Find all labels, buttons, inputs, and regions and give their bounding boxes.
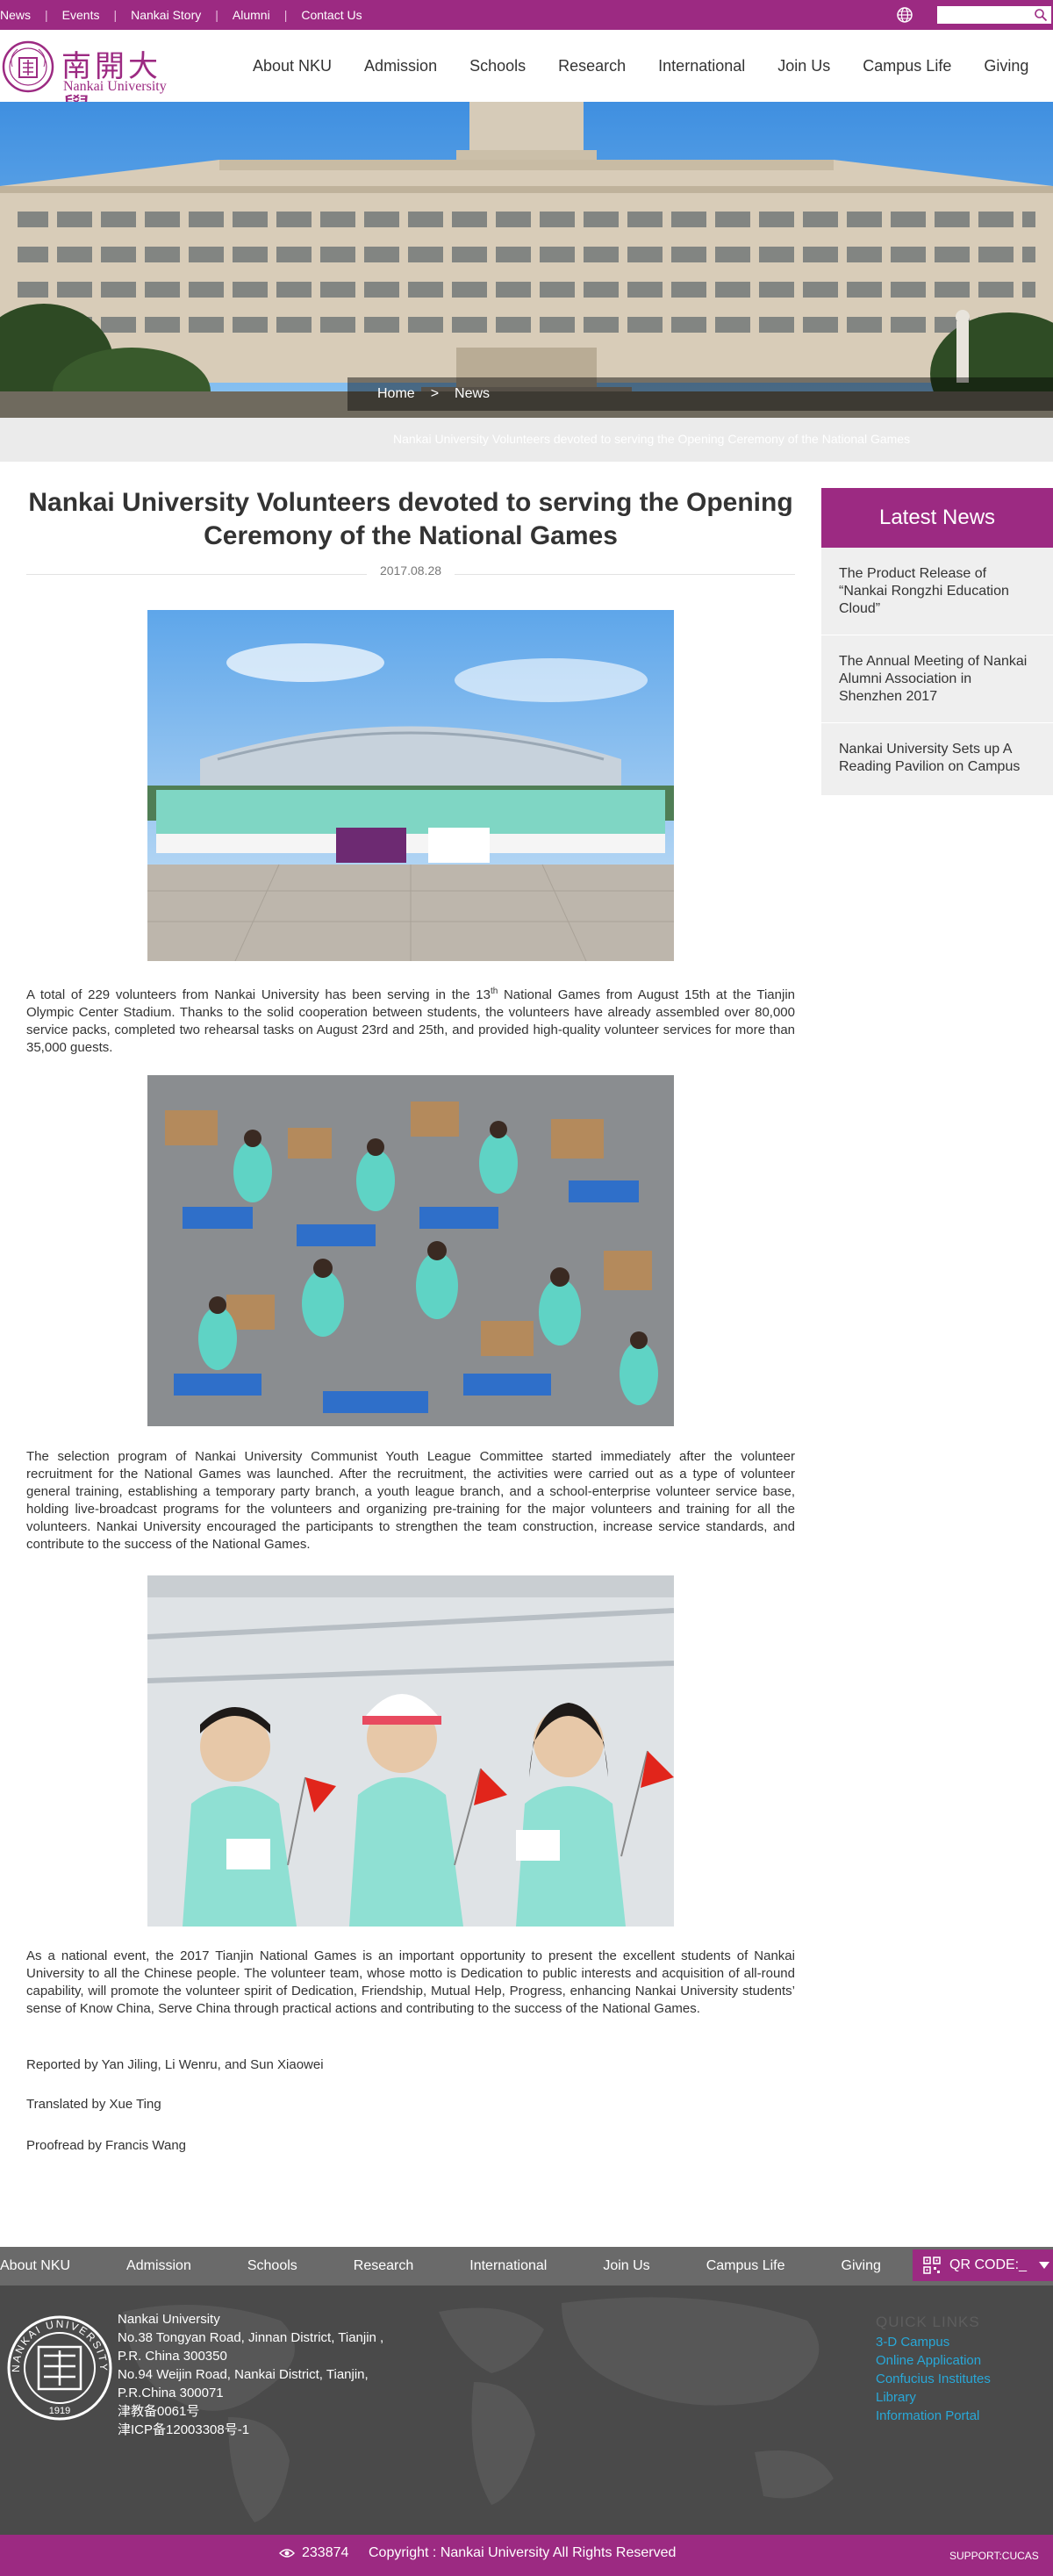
footer-nav: About NKU Admission Schools Research Int…: [0, 2247, 937, 2285]
article-title: Nankai University Volunteers devoted to …: [28, 488, 793, 550]
eye-icon: [279, 2549, 295, 2558]
hero-caption: Nankai University Volunteers devoted to …: [393, 432, 911, 446]
credit-reported: Reported by Yan Jiling, Li Wenru, and Su…: [26, 2057, 324, 2072]
paragraph-text: A total of 229 volunteers from Nankai Un…: [26, 987, 491, 1002]
footer-nav-admission[interactable]: Admission: [126, 2258, 191, 2274]
main-nav: About NKU Admission Schools Research Int…: [253, 30, 1053, 102]
top-link-nankai-story[interactable]: Nankai Story: [131, 8, 201, 22]
breadcrumb: Home > News: [377, 377, 490, 411]
credit-proofread: Proofread by Francis Wang: [26, 2138, 187, 2153]
quick-links: 3-D Campus Online Application Confucius …: [876, 2333, 991, 2425]
latest-news-list: The Product Release of “Nankai Rongzhi E…: [821, 548, 1053, 795]
breadcrumb-separator: >: [430, 386, 440, 401]
footer-nav-join-us[interactable]: Join Us: [603, 2258, 649, 2274]
article-paragraph-3: As a national event, the 2017 Tianjin Na…: [26, 1948, 795, 2016]
nav-campus-life[interactable]: Campus Life: [863, 57, 951, 75]
qr-code-label: QR CODE:_: [949, 2257, 1028, 2272]
top-link-contact-us[interactable]: Contact Us: [301, 8, 362, 22]
top-link-separator: |: [283, 8, 288, 22]
footer-nav-schools[interactable]: Schools: [247, 2258, 297, 2274]
top-link-news[interactable]: News: [0, 8, 31, 22]
quick-link-confucius-institutes[interactable]: Confucius Institutes: [876, 2370, 991, 2388]
latest-news-item[interactable]: Nankai University Sets up A Reading Pavi…: [821, 723, 1053, 795]
address-line[interactable]: 津ICP备12003308号-1: [118, 2421, 407, 2439]
nav-international[interactable]: International: [658, 57, 745, 75]
article-paragraph-1: A total of 229 volunteers from Nankai Un…: [26, 983, 795, 1057]
quick-link-library[interactable]: Library: [876, 2388, 991, 2407]
search-icon[interactable]: [1034, 8, 1048, 22]
top-link-separator: |: [113, 8, 118, 22]
top-link-alumni[interactable]: Alumni: [233, 8, 270, 22]
article-paragraph-2: The selection program of Nankai Universi…: [26, 1449, 795, 1552]
nav-about-nku[interactable]: About NKU: [253, 57, 332, 75]
top-links: News | Events | Nankai Story | Alumni | …: [0, 0, 362, 30]
top-link-events[interactable]: Events: [62, 8, 100, 22]
latest-news-item[interactable]: The Product Release of “Nankai Rongzhi E…: [821, 548, 1053, 635]
nav-research[interactable]: Research: [558, 57, 626, 75]
footer-nav-about-nku[interactable]: About NKU: [0, 2258, 70, 2274]
logo-english-name: Nankai University: [63, 79, 167, 94]
support-link[interactable]: SUPPORT:CUCAS: [949, 2550, 1039, 2562]
nankai-emblem-icon: [2, 40, 54, 93]
nav-giving[interactable]: Giving: [984, 57, 1028, 75]
site-header: 南開大學 Nankai University About NKU Admissi…: [0, 30, 1053, 127]
address-line: No.38 Tongyan Road, Jinnan District, Tia…: [118, 2330, 384, 2364]
top-link-separator: |: [45, 8, 48, 22]
quick-link-3d-campus[interactable]: 3-D Campus: [876, 2333, 991, 2351]
footer-nav-campus-life[interactable]: Campus Life: [706, 2258, 785, 2274]
quick-link-information-portal[interactable]: Information Portal: [876, 2407, 991, 2425]
footer-nav-bar: About NKU Admission Schools Research Int…: [0, 2247, 1053, 2285]
nav-schools[interactable]: Schools: [469, 57, 526, 75]
seal-year: 1919: [49, 2406, 70, 2416]
visit-counter: 233874: [279, 2545, 348, 2561]
address-line[interactable]: 津教备0061号: [118, 2402, 407, 2421]
nav-admission[interactable]: Admission: [364, 57, 437, 75]
nav-join-us[interactable]: Join Us: [777, 57, 830, 75]
copyright-text: Copyright : Nankai University All Rights…: [369, 2545, 677, 2560]
search-box: [937, 6, 1051, 24]
university-logo[interactable]: 南開大學 Nankai University: [0, 37, 193, 127]
address-line: Nankai University: [118, 2312, 220, 2327]
article-date: 2017.08.28: [367, 563, 455, 578]
chevron-down-icon: [1039, 2262, 1050, 2269]
article-photo-stadium-group: [147, 610, 674, 961]
qr-code-button[interactable]: QR CODE:_: [913, 2250, 1053, 2281]
latest-news-heading: Latest News: [821, 488, 1053, 548]
breadcrumb-current[interactable]: News: [455, 386, 490, 402]
qr-code-icon: [923, 2257, 941, 2274]
footer-nav-giving[interactable]: Giving: [842, 2258, 881, 2274]
hero-banner-image: [0, 102, 1053, 418]
article-photo-packing: [147, 1075, 674, 1426]
globe-icon[interactable]: [895, 5, 914, 25]
footer-nav-international[interactable]: International: [469, 2258, 547, 2274]
credit-translated: Translated by Xue Ting: [26, 2097, 161, 2112]
quick-links-title: QUICK LINKS: [876, 2314, 980, 2330]
breadcrumb-home[interactable]: Home: [377, 386, 415, 402]
footer-address: Nankai University No.38 Tongyan Road, Ji…: [118, 2310, 407, 2439]
university-seal-icon: NANKAI UNIVERSITY 1919: [7, 2315, 112, 2421]
latest-news-item[interactable]: The Annual Meeting of Nankai Alumni Asso…: [821, 635, 1053, 723]
article-photo-volunteers-flags: [147, 1575, 674, 1927]
visit-count: 233874: [302, 2545, 349, 2560]
quick-link-online-application[interactable]: Online Application: [876, 2351, 991, 2370]
footer-nav-research[interactable]: Research: [354, 2258, 413, 2274]
address-line: No.94 Weijin Road, Nankai District, Tian…: [118, 2367, 369, 2400]
top-link-separator: |: [215, 8, 218, 22]
